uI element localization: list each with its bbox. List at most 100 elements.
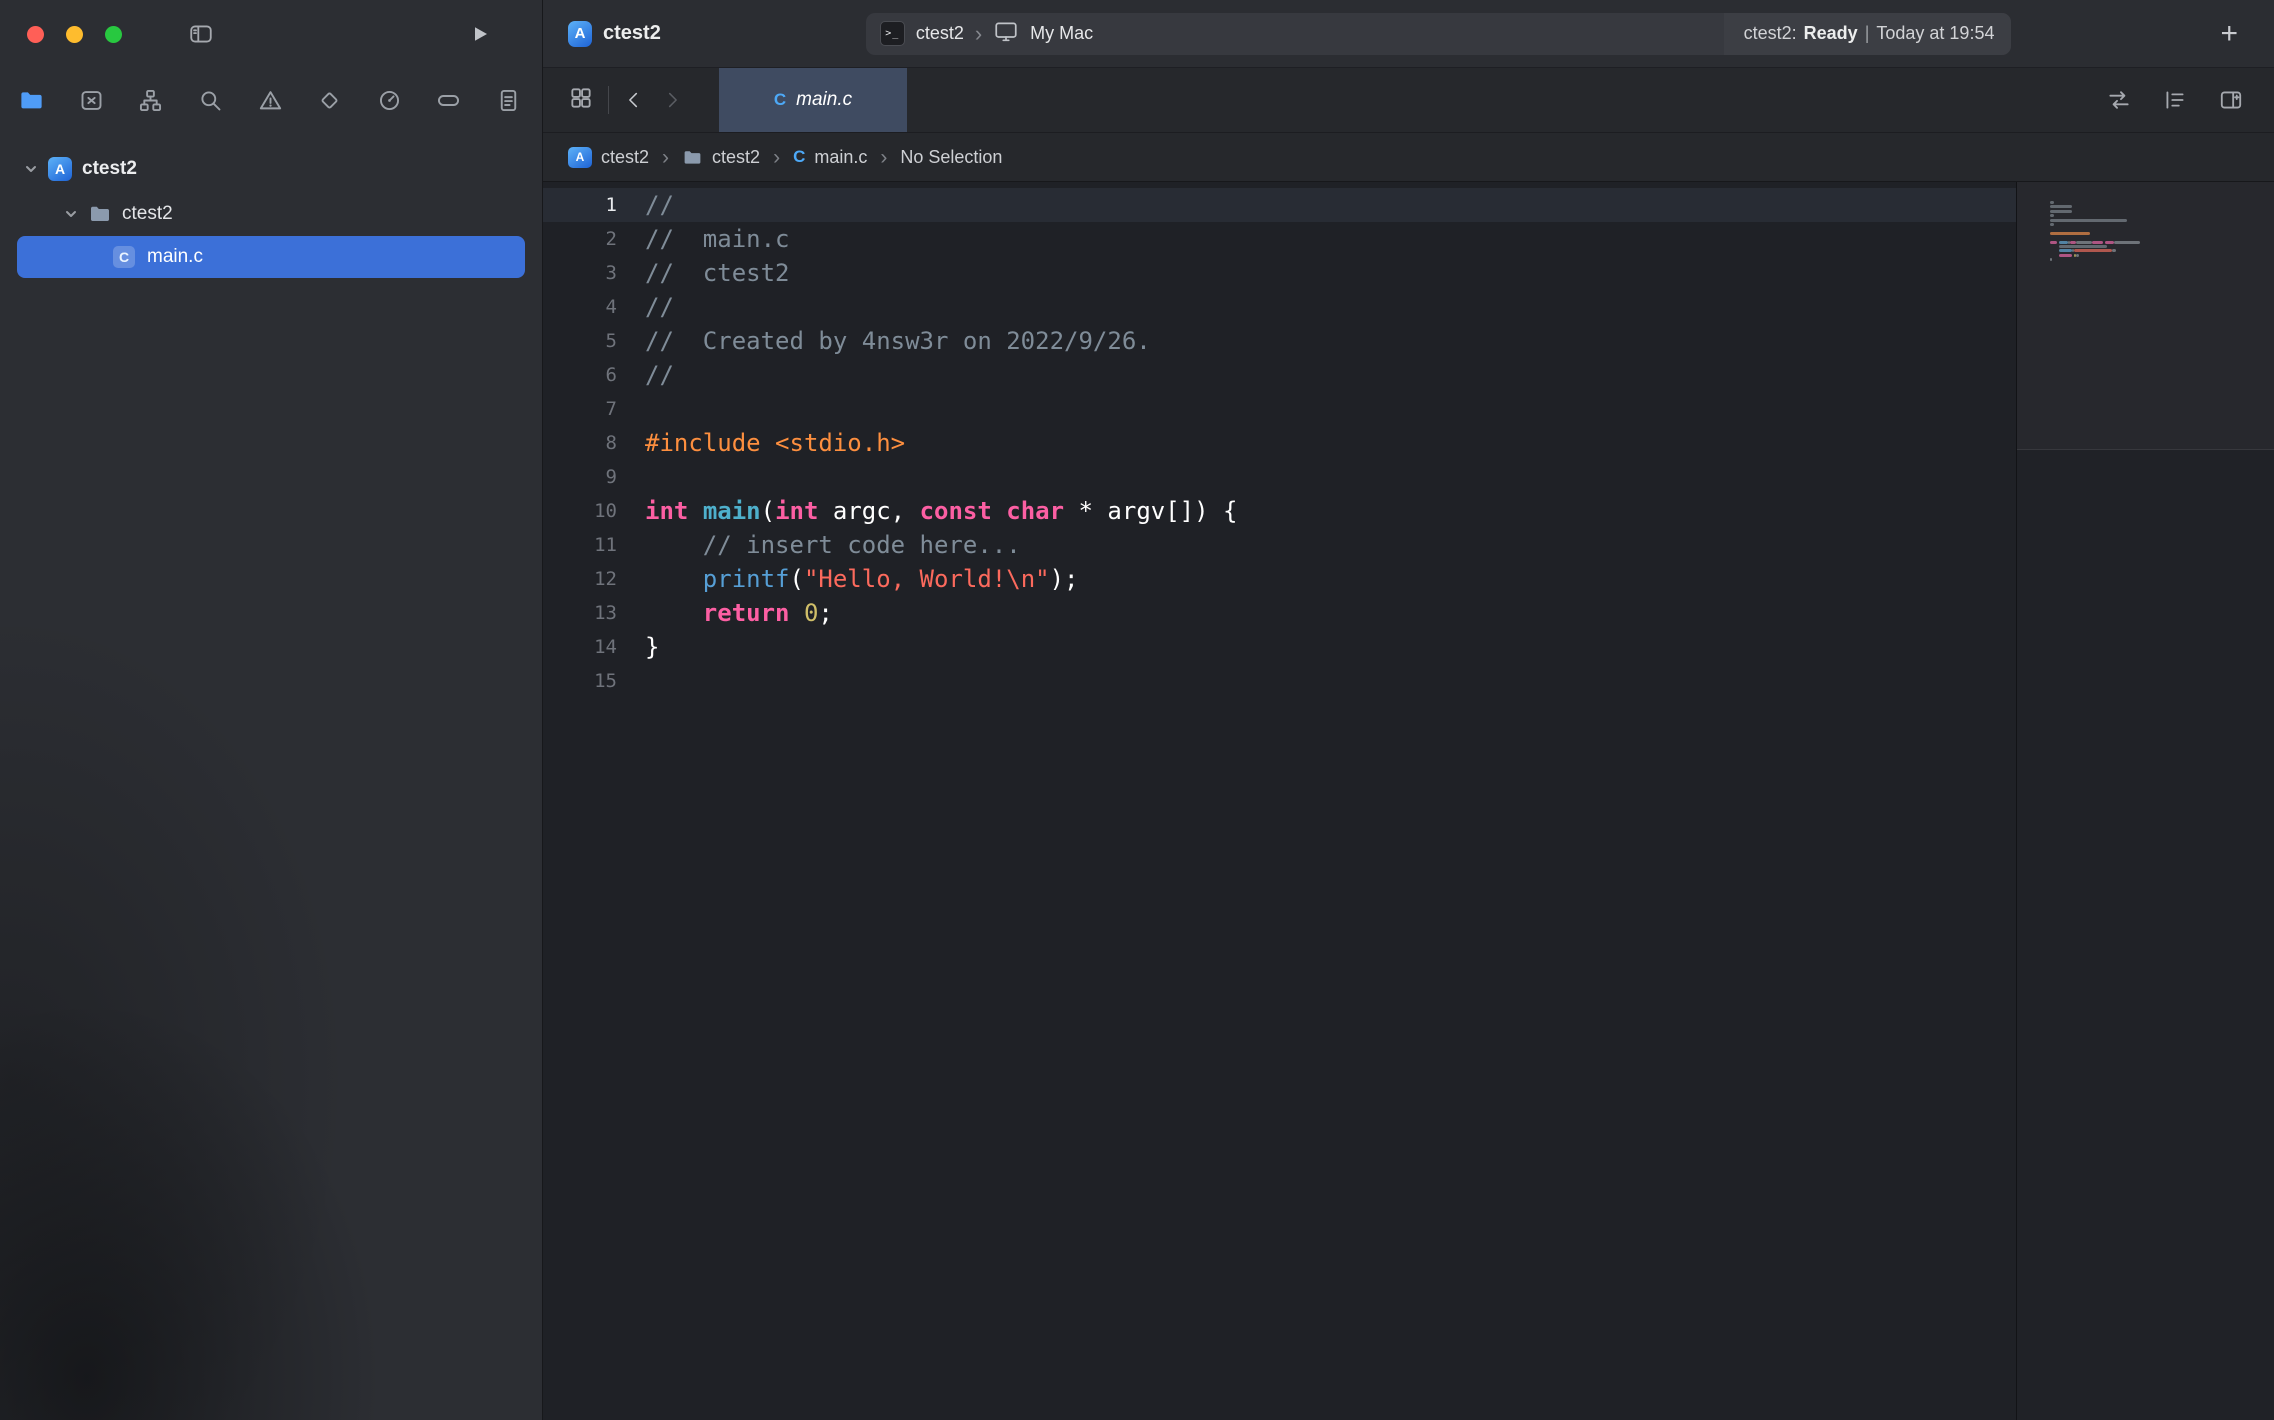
minimap-line (2050, 249, 2260, 252)
find-navigator-icon[interactable] (197, 87, 224, 114)
code-lines: 1//2// main.c3// ctest24//5// Created by… (543, 188, 2016, 698)
status-project: ctest2: (1744, 23, 1797, 44)
code-text: // (617, 358, 674, 392)
jumpbar-segment-group[interactable]: ctest2 (682, 147, 760, 168)
forward-button[interactable] (661, 88, 683, 112)
code-text: // (617, 188, 674, 222)
status-separator: | (1865, 23, 1870, 44)
code-editor[interactable]: 1//2// main.c3// ctest24//5// Created by… (543, 182, 2016, 1420)
tree-label-group: ctest2 (122, 203, 173, 225)
line-number: 2 (543, 222, 617, 256)
code-text: int main(int argc, const char * argv[]) … (617, 494, 1237, 528)
toggle-sidebar-icon[interactable] (186, 21, 216, 47)
scheme-selector[interactable]: >_ ctest2 › My Mac (866, 18, 1093, 49)
code-line[interactable]: 12 printf("Hello, World!\n"); (543, 562, 2016, 596)
xcode-glyph: A (55, 161, 65, 177)
minimap-line (2050, 214, 2260, 217)
run-button[interactable] (468, 21, 492, 47)
code-line[interactable]: 14} (543, 630, 2016, 664)
code-text: } (617, 630, 659, 664)
back-button[interactable] (623, 88, 645, 112)
divider (608, 86, 609, 114)
line-number: 3 (543, 256, 617, 290)
jumpbar-segment-selection[interactable]: No Selection (900, 147, 1002, 168)
code-line[interactable]: 11 // insert code here... (543, 528, 2016, 562)
minimap[interactable] (2050, 201, 2260, 267)
report-navigator-icon[interactable] (495, 87, 522, 114)
chevron-down-icon[interactable] (24, 162, 38, 176)
line-number: 1 (543, 188, 617, 222)
tree-row-project[interactable]: A ctest2 (0, 146, 542, 191)
symbol-navigator-icon[interactable] (137, 87, 164, 114)
test-navigator-icon[interactable] (316, 87, 343, 114)
code-text (617, 392, 645, 426)
line-number: 6 (543, 358, 617, 392)
jumpbar-label: ctest2 (712, 147, 760, 168)
code-line[interactable]: 13 return 0; (543, 596, 2016, 630)
close-button[interactable] (27, 26, 44, 43)
code-line[interactable]: 6// (543, 358, 2016, 392)
status-time: Today at 19:54 (1876, 23, 1994, 44)
tab-main-c[interactable]: C main.c (719, 68, 907, 132)
activity-status[interactable]: ctest2: Ready | Today at 19:54 (1724, 13, 2012, 55)
code-line[interactable]: 7 (543, 392, 2016, 426)
c-glyph: C (119, 249, 129, 265)
code-line[interactable]: 1// (543, 188, 2016, 222)
minimap-line (2050, 254, 2260, 257)
code-line[interactable]: 10int main(int argc, const char * argv[]… (543, 494, 2016, 528)
minimap-line (2050, 241, 2260, 244)
jumpbar-segment-file[interactable]: C main.c (793, 147, 867, 168)
code-line[interactable]: 4// (543, 290, 2016, 324)
minimap-line (2050, 232, 2260, 235)
code-text: // insert code here... (617, 528, 1021, 562)
source-control-navigator-icon[interactable] (78, 87, 105, 114)
code-line[interactable]: 2// main.c (543, 222, 2016, 256)
code-text: // Created by 4nsw3r on 2022/9/26. (617, 324, 1151, 358)
issue-navigator-icon[interactable] (257, 87, 284, 114)
code-line[interactable]: 9 (543, 460, 2016, 494)
c-file-icon: C (774, 90, 786, 110)
grid-overview-icon[interactable] (568, 85, 594, 116)
jumpbar-segment-project[interactable]: A ctest2 (568, 147, 649, 168)
debug-navigator-icon[interactable] (376, 87, 403, 114)
scheme-destination: My Mac (1030, 23, 1093, 44)
minimize-button[interactable] (66, 26, 83, 43)
minimap-pane[interactable] (2016, 182, 2274, 1420)
line-number: 11 (543, 528, 617, 562)
scheme-name: ctest2 (916, 23, 964, 44)
code-line[interactable]: 3// ctest2 (543, 256, 2016, 290)
code-text: // main.c (617, 222, 790, 256)
xcode-app-icon: A (568, 21, 592, 47)
code-text: printf("Hello, World!\n"); (617, 562, 1079, 596)
code-line[interactable]: 5// Created by 4nsw3r on 2022/9/26. (543, 324, 2016, 358)
code-line[interactable]: 8#include <stdio.h> (543, 426, 2016, 460)
add-editor-icon[interactable] (2218, 87, 2244, 113)
line-number: 4 (543, 290, 617, 324)
chevron-right-icon: › (975, 23, 982, 45)
tree-row-file-selected[interactable]: C main.c (17, 236, 525, 278)
tree-row-group[interactable]: ctest2 (0, 191, 542, 236)
swap-editors-icon[interactable] (2106, 87, 2132, 113)
minimap-line (2050, 201, 2260, 204)
zoom-button[interactable] (105, 26, 122, 43)
code-text: return 0; (617, 596, 833, 630)
editor-content: 1//2// main.c3// ctest24//5// Created by… (543, 182, 2274, 1420)
code-line[interactable]: 15 (543, 664, 2016, 698)
editor-options-icon[interactable] (2162, 87, 2188, 113)
tree-label-file: main.c (147, 246, 203, 268)
chevron-down-icon[interactable] (64, 207, 78, 221)
breakpoint-navigator-icon[interactable] (435, 87, 462, 114)
add-button[interactable]: + (2220, 19, 2238, 49)
minimap-line (2050, 236, 2260, 239)
line-number: 5 (543, 324, 617, 358)
xcode-glyph: A (576, 150, 585, 164)
jumpbar-label: ctest2 (601, 147, 649, 168)
xcode-project-icon: A (568, 147, 592, 168)
line-number: 12 (543, 562, 617, 596)
code-text: // (617, 290, 674, 324)
chevron-right-icon: › (878, 147, 889, 168)
navigator-icon-bar (0, 68, 542, 132)
mac-destination-icon (993, 18, 1019, 49)
minimap-line (2050, 205, 2260, 208)
project-navigator-icon[interactable] (18, 87, 45, 114)
